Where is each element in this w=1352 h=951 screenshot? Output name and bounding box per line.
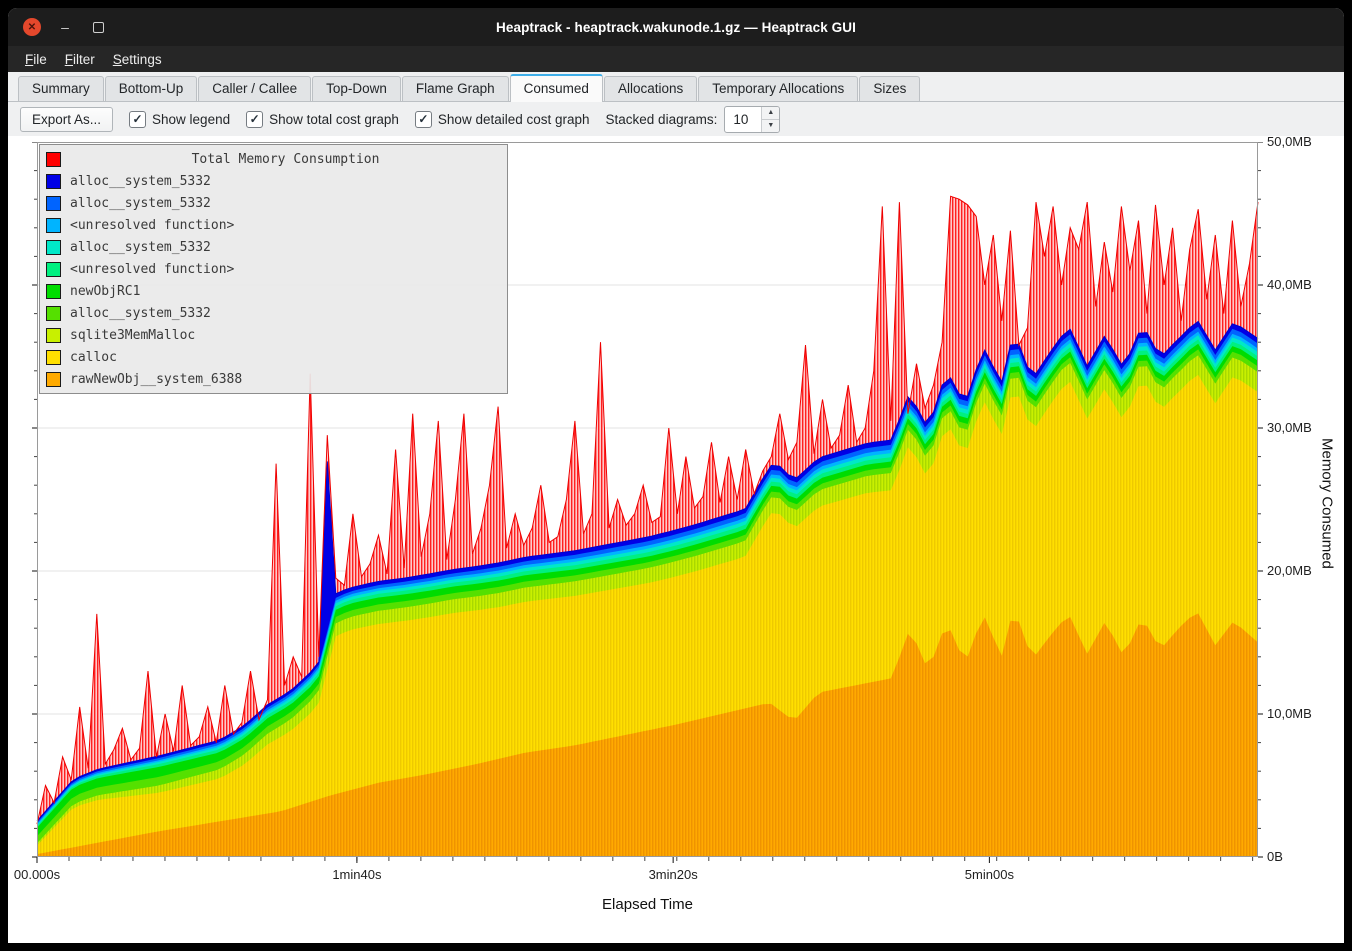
chart-toolbar: Export As... ✓ Show legend ✓ Show total …	[8, 102, 1344, 136]
tab-caller-callee[interactable]: Caller / Callee	[198, 76, 311, 101]
tab-top-down[interactable]: Top-Down	[312, 76, 401, 101]
x-tick-label: 5min00s	[965, 867, 1014, 882]
check-icon: ✓	[133, 113, 143, 125]
legend-title: Total Memory Consumption	[70, 152, 501, 167]
checkbox-show-detailed-cost-box[interactable]: ✓	[415, 111, 432, 128]
legend-swatch	[46, 262, 61, 277]
legend-swatch	[46, 218, 61, 233]
maximize-icon	[93, 22, 104, 33]
menu-filter[interactable]: Filter	[56, 49, 104, 70]
legend-swatch	[46, 306, 61, 321]
legend-row: <unresolved function>	[40, 214, 507, 236]
legend-label: rawNewObj__system_6388	[70, 372, 242, 387]
menu-settings[interactable]: Settings	[104, 49, 171, 70]
checkbox-show-legend-label: Show legend	[152, 112, 230, 127]
checkbox-show-detailed-cost[interactable]: ✓ Show detailed cost graph	[415, 111, 590, 128]
minimize-button[interactable]: –	[56, 18, 74, 36]
checkbox-show-legend-box[interactable]: ✓	[129, 111, 146, 128]
legend-label: <unresolved function>	[70, 262, 234, 277]
spinner-down-button[interactable]: ▼	[762, 120, 779, 132]
chart-panel: Total Memory Consumption alloc__system_5…	[8, 136, 1344, 943]
spinner-buttons: ▲ ▼	[761, 107, 779, 132]
y-tick-label: 20,0MB	[1267, 563, 1312, 578]
app-window: ✕ – Heaptrack - heaptrack.wakunode.1.gz …	[8, 8, 1344, 943]
legend-row: <unresolved function>	[40, 258, 507, 280]
close-icon: ✕	[28, 22, 36, 33]
maximize-button[interactable]	[89, 18, 107, 36]
legend-label: sqlite3MemMalloc	[70, 328, 195, 343]
y-tick-label: 0B	[1267, 849, 1283, 864]
window-title: Heaptrack - heaptrack.wakunode.1.gz — He…	[8, 20, 1344, 35]
legend-label: calloc	[70, 350, 117, 365]
legend-row: newObjRC1	[40, 280, 507, 302]
legend-swatch	[46, 372, 61, 387]
y-tick-label: 40,0MB	[1267, 277, 1312, 292]
legend-swatch	[46, 196, 61, 211]
legend-row: alloc__system_5332	[40, 236, 507, 258]
tab-bottom-up[interactable]: Bottom-Up	[105, 76, 198, 101]
y-tick-label: 10,0MB	[1267, 706, 1312, 721]
check-icon: ✓	[418, 113, 428, 125]
x-axis-title: Elapsed Time	[37, 896, 1258, 913]
menu-file[interactable]: File	[16, 49, 56, 70]
legend-row: alloc__system_5332	[40, 170, 507, 192]
spinner-up-button[interactable]: ▲	[762, 107, 779, 120]
chart-legend: Total Memory Consumption alloc__system_5…	[39, 144, 508, 394]
checkbox-show-detailed-cost-label: Show detailed cost graph	[438, 112, 590, 127]
legend-swatch	[46, 350, 61, 365]
legend-label: alloc__system_5332	[70, 306, 211, 321]
legend-swatch-total	[46, 152, 61, 167]
checkbox-show-legend[interactable]: ✓ Show legend	[129, 111, 230, 128]
legend-swatch	[46, 328, 61, 343]
x-tick-label: 00.000s	[14, 867, 60, 882]
checkbox-show-total-cost[interactable]: ✓ Show total cost graph	[246, 111, 399, 128]
stacked-diagrams-control: Stacked diagrams: 10 ▲ ▼	[606, 106, 781, 133]
legend-row: sqlite3MemMalloc	[40, 324, 507, 346]
stacked-diagrams-spinner[interactable]: 10 ▲ ▼	[724, 106, 780, 133]
legend-row: alloc__system_5332	[40, 192, 507, 214]
tabbar: Summary Bottom-Up Caller / Callee Top-Do…	[8, 72, 1344, 102]
legend-label: alloc__system_5332	[70, 240, 211, 255]
menubar: File Filter Settings	[8, 46, 1344, 72]
tab-summary[interactable]: Summary	[18, 76, 104, 101]
legend-row-total: Total Memory Consumption	[40, 148, 507, 170]
tab-allocations[interactable]: Allocations	[604, 76, 697, 101]
legend-label: <unresolved function>	[70, 218, 234, 233]
x-tick-label: 1min40s	[332, 867, 381, 882]
y-tick-label: 50,0MB	[1267, 134, 1312, 149]
legend-row: calloc	[40, 346, 507, 368]
legend-label: alloc__system_5332	[70, 196, 211, 211]
legend-swatch	[46, 240, 61, 255]
legend-row: rawNewObj__system_6388	[40, 368, 507, 390]
minimize-icon: –	[61, 19, 69, 35]
legend-swatch	[46, 174, 61, 189]
legend-swatch	[46, 284, 61, 299]
y-tick-label: 30,0MB	[1267, 420, 1312, 435]
tab-temporary-allocations[interactable]: Temporary Allocations	[698, 76, 858, 101]
close-button[interactable]: ✕	[23, 18, 41, 36]
y-axis-title: Memory Consumed	[1314, 142, 1340, 865]
check-icon: ✓	[250, 113, 260, 125]
checkbox-show-total-cost-box[interactable]: ✓	[246, 111, 263, 128]
export-as-button[interactable]: Export As...	[20, 107, 113, 132]
tab-sizes[interactable]: Sizes	[859, 76, 920, 101]
legend-row: alloc__system_5332	[40, 302, 507, 324]
x-tick-label: 3min20s	[649, 867, 698, 882]
chevron-down-icon: ▼	[767, 122, 774, 129]
legend-label: newObjRC1	[70, 284, 140, 299]
tab-flame-graph[interactable]: Flame Graph	[402, 76, 509, 101]
checkbox-show-total-cost-label: Show total cost graph	[269, 112, 399, 127]
titlebar[interactable]: ✕ – Heaptrack - heaptrack.wakunode.1.gz …	[8, 8, 1344, 46]
chevron-up-icon: ▲	[767, 109, 774, 116]
stacked-diagrams-label: Stacked diagrams:	[606, 112, 718, 127]
legend-label: alloc__system_5332	[70, 174, 211, 189]
window-controls: ✕ –	[23, 18, 107, 36]
stacked-diagrams-value[interactable]: 10	[725, 107, 761, 132]
tab-consumed[interactable]: Consumed	[510, 74, 603, 102]
